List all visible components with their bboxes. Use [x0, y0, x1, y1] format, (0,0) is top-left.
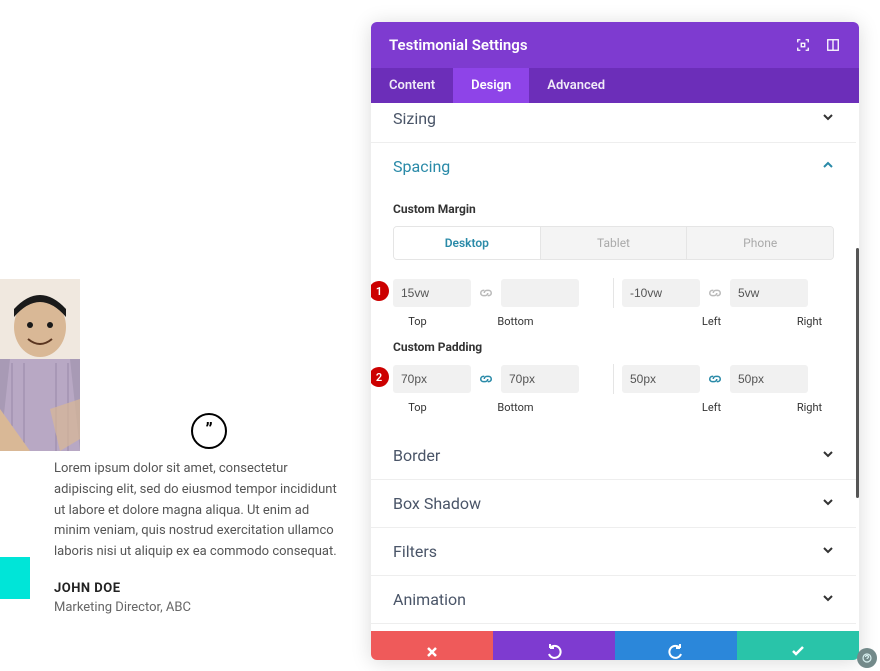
redo-icon — [668, 643, 684, 660]
undo-button[interactable] — [493, 631, 615, 660]
padding-left-input[interactable] — [622, 365, 700, 393]
panel-header: Testimonial Settings — [371, 22, 859, 68]
testimonial-text: Lorem ipsum dolor sit amet, consectetur … — [54, 459, 341, 563]
section-label: Filters — [393, 542, 437, 561]
spacing-content: Custom Margin Desktop Tablet Phone 1 — [371, 202, 856, 432]
help-icon[interactable] — [857, 648, 877, 668]
undo-icon — [546, 643, 562, 660]
custom-margin-heading: Custom Margin — [393, 202, 834, 216]
device-tabs: Desktop Tablet Phone — [393, 226, 834, 260]
confirm-button[interactable] — [737, 631, 859, 660]
callout-badge-2: 2 — [371, 367, 389, 387]
label-bottom: Bottom — [491, 401, 540, 414]
link-icon[interactable] — [473, 278, 499, 308]
label-left: Left — [687, 315, 736, 328]
chevron-down-icon — [822, 111, 834, 126]
cancel-button[interactable] — [371, 631, 493, 660]
section-label: Spacing — [393, 157, 450, 176]
label-left: Left — [687, 401, 736, 414]
testimonial-role: Marketing Director, ABC — [54, 600, 341, 615]
scrollbar[interactable] — [856, 248, 859, 498]
close-icon — [425, 644, 439, 661]
section-animation[interactable]: Animation — [371, 576, 856, 624]
panel-tabs: Content Design Advanced — [371, 68, 859, 103]
section-border[interactable]: Border — [371, 432, 856, 480]
section-label: Sizing — [393, 109, 436, 128]
padding-bottom-input[interactable] — [501, 365, 579, 393]
accent-block — [0, 557, 30, 599]
margin-top-input[interactable] — [393, 279, 471, 307]
label-top: Top — [393, 315, 442, 328]
section-filters[interactable]: Filters — [371, 528, 856, 576]
divider — [613, 364, 614, 394]
padding-inputs — [393, 364, 834, 394]
section-label: Border — [393, 446, 440, 465]
label-right: Right — [785, 401, 834, 414]
tab-advanced[interactable]: Advanced — [529, 68, 623, 103]
chevron-down-icon — [822, 496, 834, 511]
tab-content[interactable]: Content — [371, 68, 453, 103]
redo-button[interactable] — [615, 631, 737, 660]
divider — [613, 278, 614, 308]
tab-design[interactable]: Design — [453, 68, 529, 103]
link-icon[interactable] — [702, 278, 728, 308]
link-icon[interactable] — [473, 364, 499, 394]
chevron-down-icon — [822, 448, 834, 463]
chevron-down-icon — [822, 592, 834, 607]
testimonial-card: Lorem ipsum dolor sit amet, consectetur … — [30, 431, 365, 635]
callout-badge-1: 1 — [371, 281, 389, 301]
panel-body: Sizing Spacing Custom Margin Desktop Tab… — [371, 103, 859, 631]
custom-padding-heading: Custom Padding — [393, 340, 834, 354]
focus-icon[interactable] — [795, 37, 811, 53]
margin-right-input[interactable] — [730, 279, 808, 307]
section-label: Box Shadow — [393, 494, 481, 513]
device-phone[interactable]: Phone — [687, 227, 833, 259]
testimonial-avatar — [0, 279, 80, 451]
margin-bottom-input[interactable] — [501, 279, 579, 307]
padding-top-input[interactable] — [393, 365, 471, 393]
section-spacing[interactable]: Spacing — [371, 143, 856, 190]
label-bottom: Bottom — [491, 315, 540, 328]
link-icon[interactable] — [702, 364, 728, 394]
label-right: Right — [785, 315, 834, 328]
section-box-shadow[interactable]: Box Shadow — [371, 480, 856, 528]
label-top: Top — [393, 401, 442, 414]
margin-left-input[interactable] — [622, 279, 700, 307]
chevron-up-icon — [822, 159, 834, 174]
padding-right-input[interactable] — [730, 365, 808, 393]
chevron-down-icon — [822, 544, 834, 559]
check-icon — [790, 643, 806, 660]
panel-title: Testimonial Settings — [389, 36, 528, 54]
device-desktop[interactable]: Desktop — [394, 227, 541, 259]
section-sizing[interactable]: Sizing — [371, 103, 856, 143]
settings-panel: Testimonial Settings Content Design Adva… — [371, 22, 859, 660]
columns-icon[interactable] — [825, 37, 841, 53]
section-label: Animation — [393, 590, 466, 609]
panel-footer — [371, 631, 859, 660]
testimonial-author: JOHN DOE — [54, 581, 341, 596]
device-tablet[interactable]: Tablet — [541, 227, 688, 259]
margin-inputs — [393, 278, 834, 308]
